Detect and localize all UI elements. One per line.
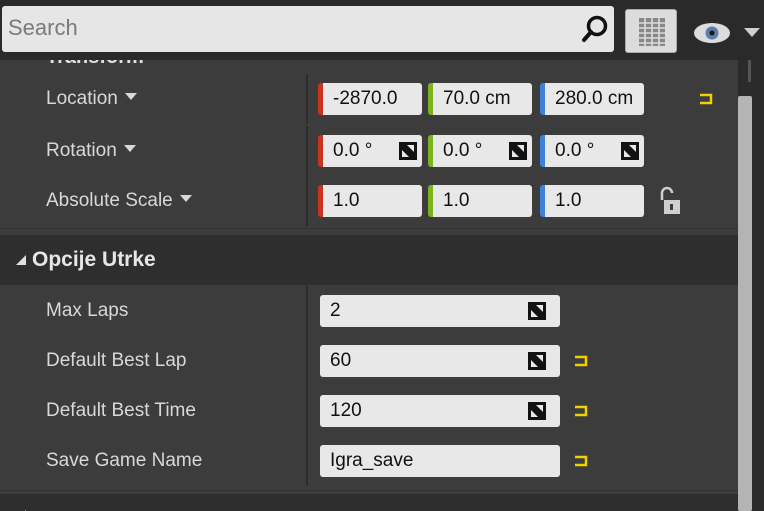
visibility-filter-button[interactable] bbox=[690, 12, 764, 52]
chevron-down-icon bbox=[744, 28, 760, 37]
column-divider[interactable] bbox=[306, 436, 308, 486]
reset-to-default-icon[interactable] bbox=[573, 454, 589, 468]
reset-to-default-icon[interactable] bbox=[573, 354, 589, 368]
location-y-field[interactable]: 70.0 cm bbox=[428, 83, 532, 115]
race-options-category-header[interactable]: Opcije Utrke bbox=[0, 235, 738, 285]
save-game-name-label: Save Game Name bbox=[46, 450, 203, 471]
max-laps-label: Max Laps bbox=[46, 300, 129, 321]
transform-category-header[interactable]: Transform bbox=[0, 60, 738, 74]
search-input[interactable] bbox=[8, 10, 568, 46]
save-game-name-field[interactable]: Igra_save bbox=[320, 445, 560, 477]
view-options-button[interactable] bbox=[625, 9, 677, 53]
column-divider[interactable] bbox=[306, 176, 308, 226]
search-icon[interactable] bbox=[580, 14, 610, 44]
default-best-lap-row: Default Best Lap 60 bbox=[0, 336, 738, 386]
default-best-time-row: Default Best Time 120 bbox=[0, 386, 738, 436]
column-divider[interactable] bbox=[306, 336, 308, 386]
absolute-scale-row: Absolute Scale 1.0 1.0 1.0 bbox=[0, 176, 738, 226]
column-divider[interactable] bbox=[306, 126, 308, 176]
transform-category-title: Transform bbox=[46, 60, 144, 69]
default-best-lap-field[interactable]: 60 bbox=[320, 345, 560, 377]
next-category-header[interactable] bbox=[0, 494, 738, 511]
location-z-field[interactable]: 280.0 cm bbox=[540, 83, 644, 115]
rotation-z-field[interactable]: 0.0 ° bbox=[540, 135, 644, 167]
scrollbar-thumb[interactable] bbox=[738, 96, 752, 511]
scrollbar-top-line bbox=[748, 60, 751, 82]
location-label[interactable]: Location bbox=[46, 74, 137, 124]
default-best-lap-label: Default Best Lap bbox=[46, 350, 187, 371]
scale-y-field[interactable]: 1.0 bbox=[428, 185, 532, 217]
max-laps-row: Max Laps 2 bbox=[0, 286, 738, 336]
scale-x-field[interactable]: 1.0 bbox=[318, 185, 422, 217]
location-row: Location -2870.0 70.0 cm 280.0 cm bbox=[0, 74, 738, 124]
chevron-down-icon bbox=[179, 195, 192, 203]
grid-view-icon bbox=[639, 18, 665, 46]
spin-handle-icon[interactable] bbox=[528, 352, 546, 370]
scale-z-field[interactable]: 1.0 bbox=[540, 185, 644, 217]
row-separator bbox=[0, 490, 738, 491]
rotation-label[interactable]: Rotation bbox=[46, 126, 136, 176]
chevron-down-icon bbox=[123, 145, 136, 153]
column-divider[interactable] bbox=[306, 74, 308, 124]
spin-handle-icon[interactable] bbox=[528, 302, 546, 320]
details-panel: Transform Location -2870.0 70.0 cm 280.0… bbox=[0, 60, 738, 511]
spin-handle-icon[interactable] bbox=[528, 402, 546, 420]
reset-to-default-icon[interactable] bbox=[698, 92, 714, 106]
details-scrollbar[interactable] bbox=[738, 60, 764, 511]
absolute-scale-label[interactable]: Absolute Scale bbox=[46, 176, 192, 226]
rotation-y-field[interactable]: 0.0 ° bbox=[428, 135, 532, 167]
spin-handle-icon[interactable] bbox=[399, 142, 417, 160]
column-divider[interactable] bbox=[306, 386, 308, 436]
rotation-row: Rotation 0.0 ° 0.0 ° 0.0 ° bbox=[0, 126, 738, 176]
chevron-down-icon bbox=[124, 93, 137, 101]
spin-handle-icon[interactable] bbox=[621, 142, 639, 160]
rotation-x-field[interactable]: 0.0 ° bbox=[318, 135, 422, 167]
location-x-field[interactable]: -2870.0 bbox=[318, 83, 422, 115]
column-divider[interactable] bbox=[306, 286, 308, 336]
default-best-time-label: Default Best Time bbox=[46, 400, 196, 421]
unlocked-padlock-icon[interactable] bbox=[658, 186, 682, 216]
row-separator bbox=[0, 228, 738, 229]
expanded-arrow-icon bbox=[16, 255, 26, 265]
details-toolbar bbox=[0, 0, 764, 60]
search-box[interactable] bbox=[2, 6, 614, 52]
default-best-time-field[interactable]: 120 bbox=[320, 395, 560, 427]
reset-to-default-icon[interactable] bbox=[573, 404, 589, 418]
race-options-title: Opcije Utrke bbox=[32, 248, 156, 271]
spin-handle-icon[interactable] bbox=[509, 142, 527, 160]
save-game-name-row: Save Game Name Igra_save bbox=[0, 436, 738, 486]
max-laps-field[interactable]: 2 bbox=[320, 295, 560, 327]
